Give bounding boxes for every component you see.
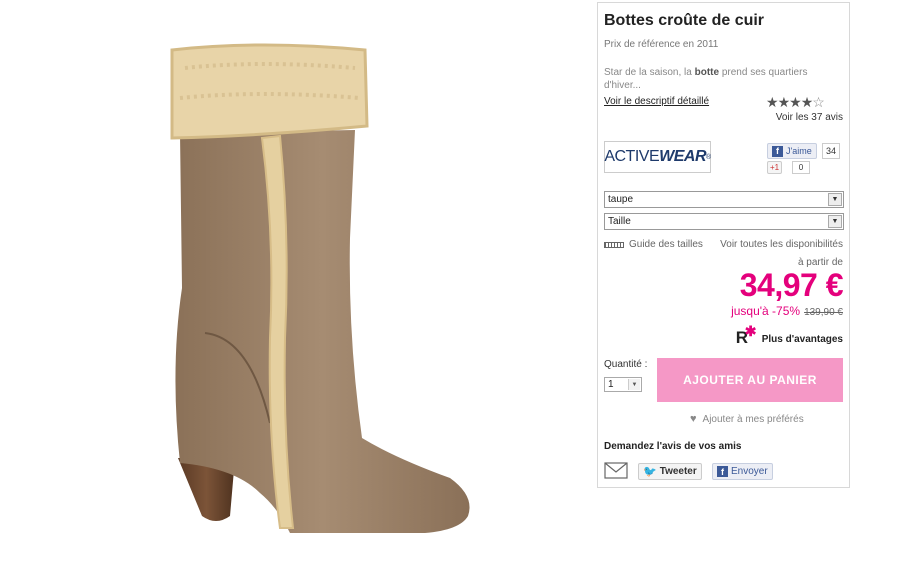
- facebook-like-count: 34: [822, 143, 841, 159]
- chevron-down-icon: ▼: [828, 215, 842, 228]
- ruler-icon: [604, 241, 624, 248]
- size-guide-link[interactable]: Guide des tailles: [604, 239, 703, 250]
- old-price: 139,90 €: [804, 307, 843, 318]
- star-empty-icon: ☆: [812, 94, 825, 110]
- heart-icon: ♥: [690, 413, 697, 425]
- discount-line: jusqu'à -75% 139,90 €: [731, 304, 843, 318]
- reference-price-note: Prix de référence en 2011: [604, 39, 719, 50]
- fur-cuff: [170, 43, 369, 140]
- detailed-description-link[interactable]: Voir le descriptif détaillé: [604, 96, 709, 107]
- twitter-icon: 🐦: [643, 466, 657, 478]
- tweet-button[interactable]: 🐦 Tweeter: [638, 463, 702, 480]
- product-image: [150, 38, 510, 558]
- advantages-link[interactable]: R ✱ Plus d'avantages: [735, 323, 843, 350]
- google-plus-icon: +1: [770, 163, 780, 172]
- ask-friends-heading: Demandez l'avis de vos amis: [604, 441, 742, 452]
- google-plus-count: 0: [792, 161, 810, 174]
- add-to-favorites-link[interactable]: ♥ Ajouter à mes préférés: [690, 413, 804, 425]
- boot-image: [170, 43, 470, 533]
- facebook-icon: f: [717, 466, 728, 477]
- facebook-like-button[interactable]: f J'aime: [767, 143, 817, 159]
- add-to-cart-button[interactable]: AJOUTER AU PANIER: [657, 358, 843, 402]
- quantity-select[interactable]: 1 ▼: [604, 377, 642, 392]
- star-icon: ★: [766, 94, 779, 110]
- chevron-down-icon: ▼: [628, 379, 640, 390]
- google-plus-button[interactable]: +1: [767, 161, 783, 174]
- product-description: Star de la saison, la botte prend ses qu…: [604, 67, 808, 91]
- color-select[interactable]: taupe ▼: [604, 191, 844, 208]
- rating-stars: ★★★★☆: [766, 94, 825, 111]
- quantity-label: Quantité :: [604, 359, 648, 370]
- star-icon: ★: [789, 94, 802, 110]
- star-icon: ★: [800, 94, 814, 110]
- availability-link[interactable]: Voir toutes les disponibilités: [720, 239, 843, 250]
- advantages-logo-icon: R ✱: [735, 323, 757, 347]
- facebook-send-button[interactable]: f Envoyer: [712, 463, 773, 480]
- brand-logo: ACTIVE WEAR ®: [604, 141, 711, 173]
- star-icon: ★: [777, 94, 791, 110]
- chevron-down-icon: ▼: [828, 193, 842, 206]
- reviews-link[interactable]: Voir les 37 avis: [776, 112, 843, 123]
- size-select[interactable]: Taille ▼: [604, 213, 844, 230]
- product-panel: Bottes croûte de cuir Prix de référence …: [597, 2, 850, 488]
- product-title: Bottes croûte de cuir: [604, 12, 765, 29]
- facebook-icon: f: [772, 145, 783, 157]
- price: 34,97 €: [739, 267, 844, 303]
- envelope-icon[interactable]: [604, 462, 628, 479]
